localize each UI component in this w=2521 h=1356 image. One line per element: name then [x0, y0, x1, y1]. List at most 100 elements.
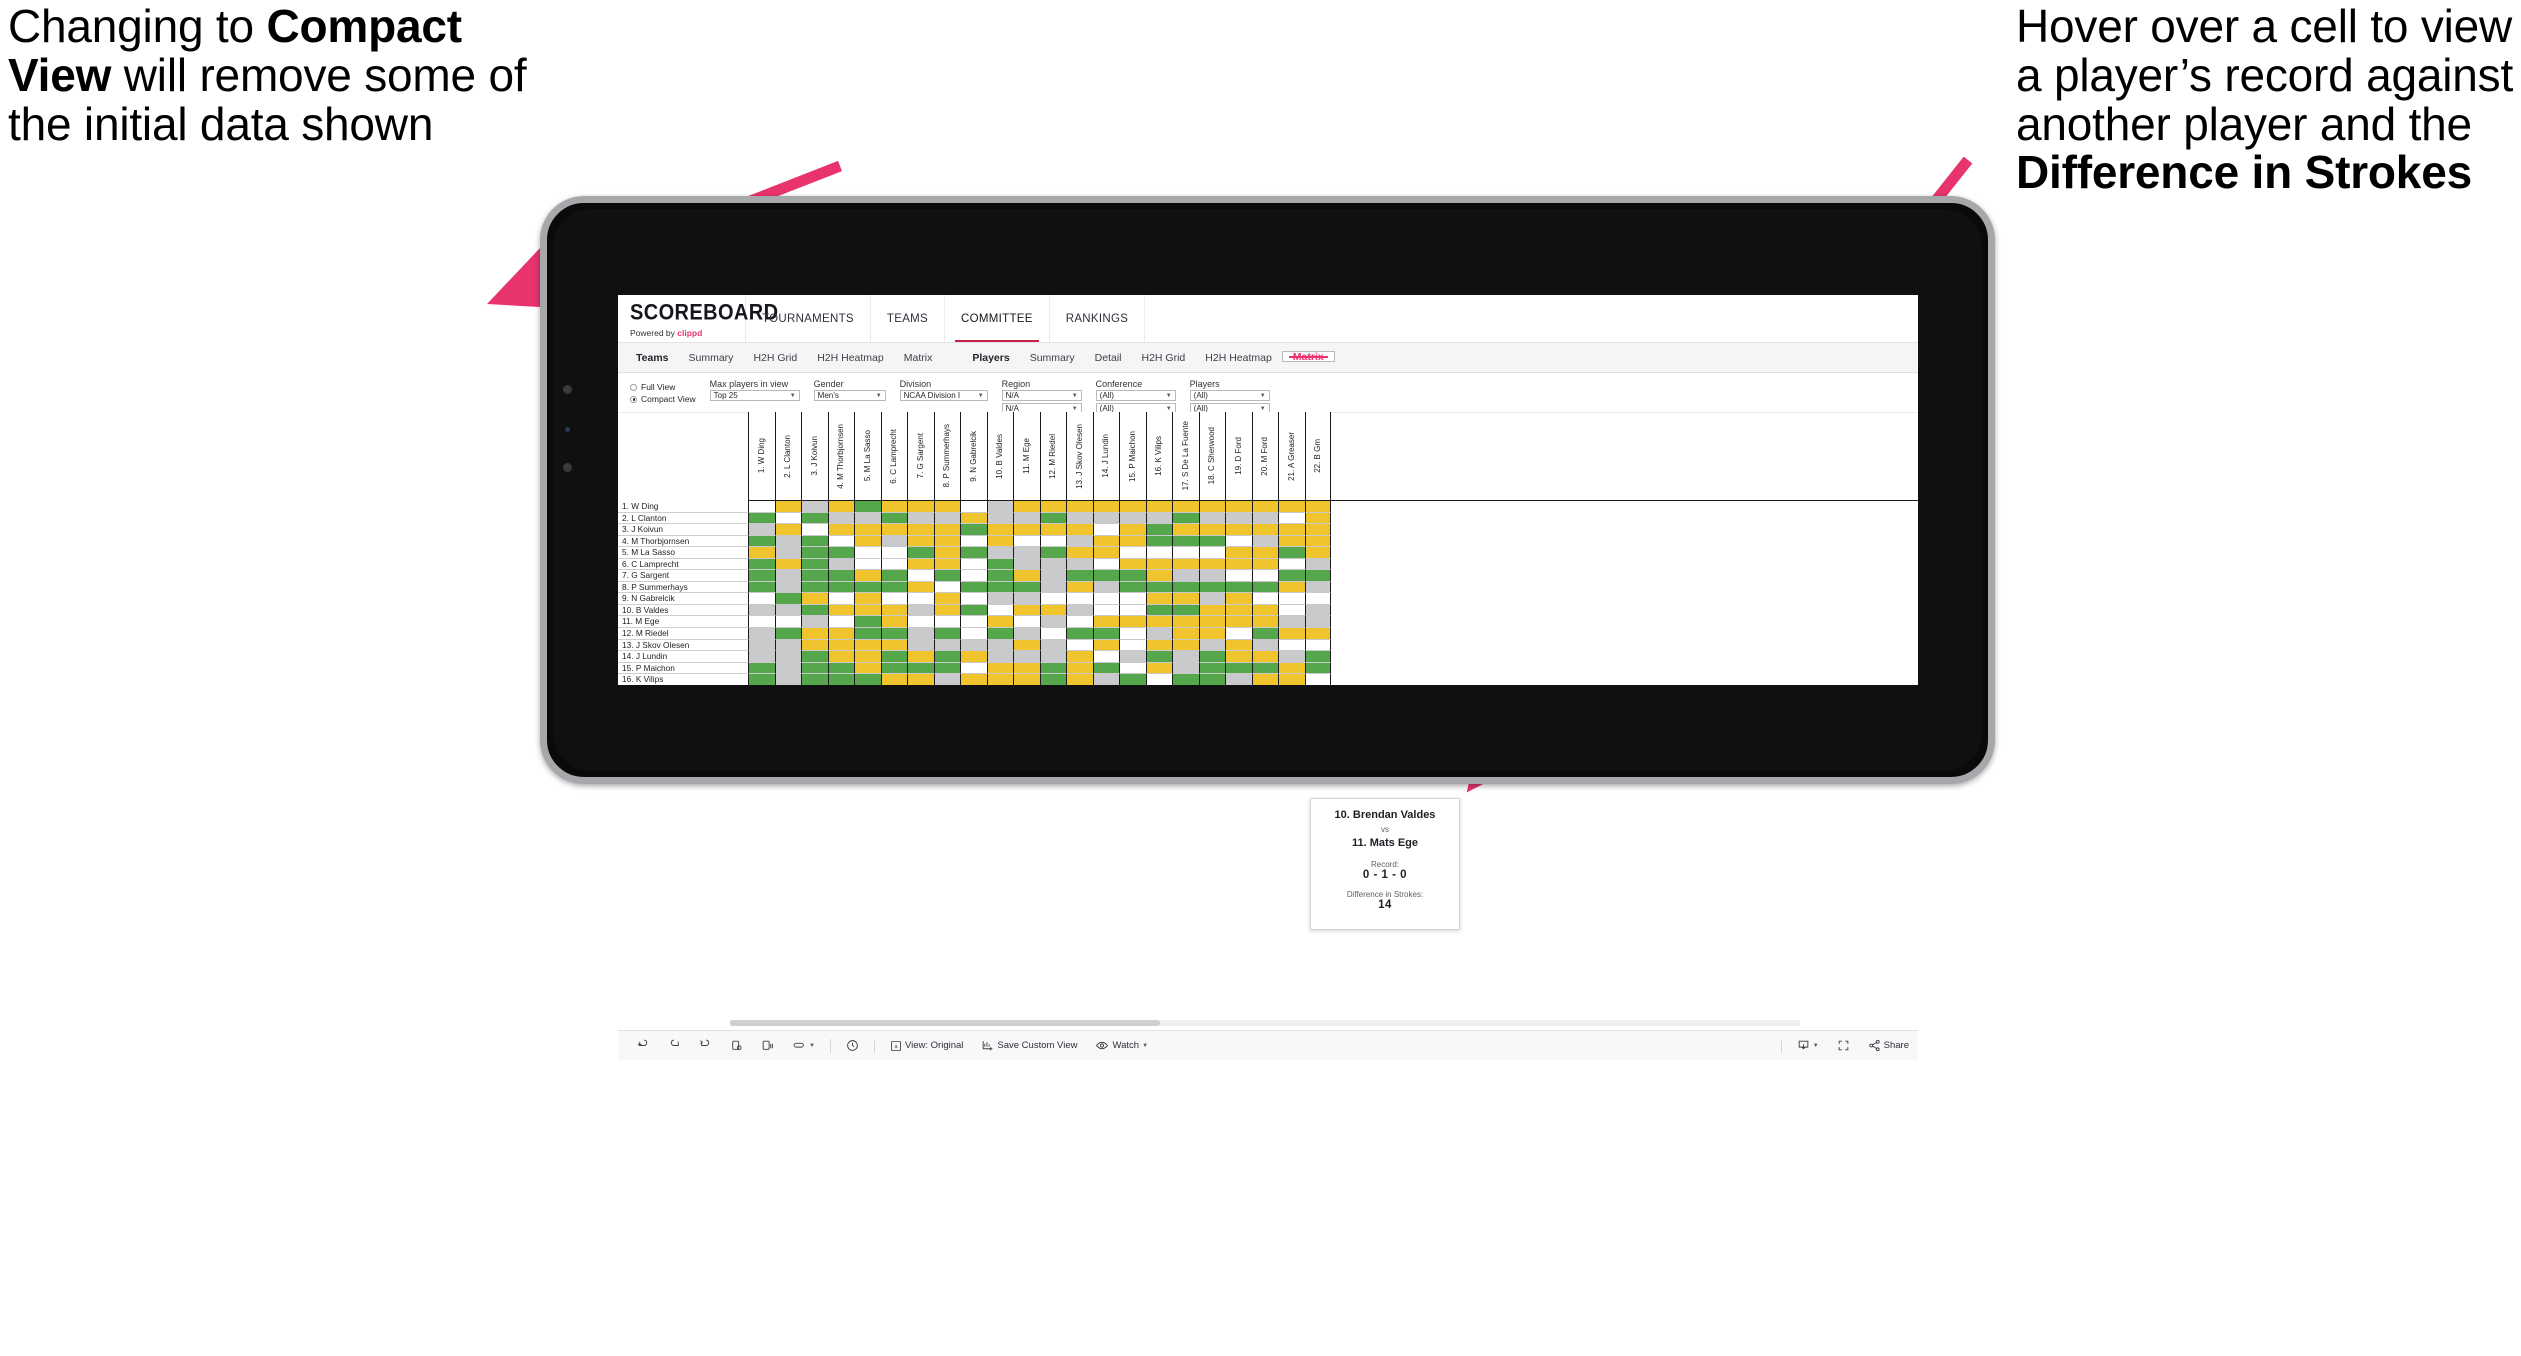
matrix-cell[interactable] — [1145, 512, 1172, 525]
matrix-cell[interactable] — [960, 547, 987, 559]
matrix-cell[interactable] — [986, 535, 1013, 548]
matrix-cell[interactable] — [1066, 593, 1093, 605]
chevron-down-icon[interactable]: ▼ — [1072, 393, 1078, 399]
matrix-cell[interactable] — [960, 674, 987, 685]
matrix-cell[interactable] — [801, 662, 828, 675]
eye-icon[interactable] — [1095, 1039, 1109, 1052]
matrix-cell[interactable] — [1278, 604, 1305, 617]
toolbar-fullscreen-button[interactable] — [1828, 1039, 1859, 1052]
matrix-cell[interactable] — [880, 558, 907, 571]
matrix-row-label-16[interactable]: 16. K Vilips — [618, 674, 748, 685]
matrix-cell[interactable] — [1092, 524, 1119, 536]
matrix-cell[interactable] — [1092, 628, 1119, 640]
tab-teams-matrix[interactable]: Matrix — [894, 343, 943, 373]
matrix-cell[interactable] — [748, 674, 775, 685]
matrix-cell[interactable] — [986, 501, 1013, 513]
matrix-cell[interactable] — [1225, 662, 1252, 675]
matrix-cell[interactable] — [1066, 604, 1093, 617]
matrix-cell[interactable] — [1251, 628, 1278, 640]
matrix-cell[interactable] — [907, 604, 934, 617]
matrix-cell[interactable] — [774, 674, 801, 685]
nav-item-rankings[interactable]: RANKINGS — [1050, 295, 1146, 342]
matrix-cell[interactable] — [880, 512, 907, 525]
filter-select-gender[interactable]: Men’s ▼ — [813, 390, 886, 401]
matrix-cell[interactable] — [1066, 662, 1093, 675]
matrix-cell[interactable] — [1066, 524, 1093, 536]
matrix-cell[interactable] — [960, 593, 987, 605]
matrix-cell[interactable] — [1119, 524, 1146, 536]
matrix-cell[interactable] — [774, 604, 801, 617]
download-icon[interactable] — [1797, 1039, 1810, 1052]
nav-item-committee[interactable]: COMMITTEE — [945, 295, 1050, 342]
matrix-row-label-6[interactable]: 6. C Lamprecht — [618, 558, 748, 571]
matrix-cell[interactable] — [827, 616, 854, 629]
matrix-cell[interactable] — [1251, 581, 1278, 594]
matrix-cell[interactable] — [986, 558, 1013, 571]
matrix-cell[interactable] — [1172, 558, 1199, 571]
matrix-cell[interactable] — [1225, 581, 1252, 594]
matrix-row-label-3[interactable]: 3. J Koivun — [618, 524, 748, 536]
matrix-cell[interactable] — [801, 524, 828, 536]
matrix-cell[interactable] — [907, 547, 934, 559]
matrix-cell[interactable] — [1198, 570, 1225, 582]
highlight-icon[interactable] — [792, 1039, 806, 1052]
matrix-cell[interactable] — [1092, 651, 1119, 663]
matrix-cell[interactable] — [1278, 674, 1305, 685]
matrix-col-header-12[interactable]: 12. M Riedel — [1039, 412, 1066, 500]
matrix-cell[interactable] — [1145, 651, 1172, 663]
clock-icon[interactable] — [846, 1039, 859, 1052]
matrix-cell[interactable] — [854, 501, 881, 513]
matrix-col-header-11[interactable]: 11. M Ege — [1013, 412, 1040, 500]
matrix-cell[interactable] — [1119, 535, 1146, 548]
matrix-cell[interactable] — [1225, 616, 1252, 629]
matrix-cell[interactable] — [1145, 593, 1172, 605]
matrix-cell[interactable] — [986, 651, 1013, 663]
matrix-cell[interactable] — [1251, 547, 1278, 559]
matrix-cell[interactable] — [960, 558, 987, 571]
chevron-down-icon[interactable]: ▼ — [1260, 406, 1266, 412]
toolbar-highlight-button[interactable]: ▼ — [783, 1039, 824, 1052]
matrix-cell[interactable] — [1278, 501, 1305, 513]
matrix-col-header-21[interactable]: 21. A Greaser — [1278, 412, 1305, 500]
matrix-cell[interactable] — [1119, 593, 1146, 605]
filter-select-division[interactable]: NCAA Division I ▼ — [899, 390, 988, 401]
matrix-cell[interactable] — [1251, 524, 1278, 536]
matrix-cell[interactable] — [1278, 651, 1305, 663]
matrix-cell[interactable] — [933, 570, 960, 582]
matrix-cell[interactable] — [1092, 581, 1119, 594]
matrix-cell[interactable] — [1066, 501, 1093, 513]
matrix-cell[interactable] — [748, 628, 775, 640]
matrix-col-header-18[interactable]: 18. C Sherwood — [1198, 412, 1225, 500]
matrix-cell[interactable] — [960, 581, 987, 594]
matrix-cell[interactable] — [774, 512, 801, 525]
matrix-cell[interactable] — [1278, 524, 1305, 536]
matrix-cell[interactable] — [933, 674, 960, 685]
matrix-cell[interactable] — [1251, 558, 1278, 571]
matrix-cell[interactable] — [1092, 662, 1119, 675]
matrix-cell[interactable] — [880, 674, 907, 685]
matrix-cell[interactable] — [1039, 547, 1066, 559]
matrix-cell[interactable] — [748, 512, 775, 525]
radio-full-view-icon[interactable] — [630, 383, 637, 391]
matrix-cell[interactable] — [1198, 512, 1225, 525]
matrix-cell[interactable] — [1013, 651, 1040, 663]
matrix-cell[interactable] — [748, 581, 775, 594]
matrix-cell[interactable] — [827, 558, 854, 571]
matrix-cell[interactable] — [1172, 604, 1199, 617]
tab-players-matrix[interactable]: Matrix — [1281, 351, 1335, 363]
matrix-cell[interactable] — [854, 662, 881, 675]
matrix-row-label-5[interactable]: 5. M La Sasso — [618, 547, 748, 559]
toolbar-view-original-button[interactable]: a View: Original — [881, 1040, 972, 1052]
matrix-cell[interactable] — [774, 628, 801, 640]
matrix-cell[interactable] — [1251, 616, 1278, 629]
matrix-cell[interactable] — [907, 524, 934, 536]
matrix-cell[interactable] — [827, 674, 854, 685]
matrix-cell[interactable] — [1172, 512, 1199, 525]
matrix-col-header-1[interactable]: 1. W Ding — [748, 412, 775, 500]
matrix-cell[interactable] — [1013, 558, 1040, 571]
matrix-cell[interactable] — [774, 593, 801, 605]
matrix-cell[interactable] — [1278, 581, 1305, 594]
matrix-cell[interactable] — [774, 651, 801, 663]
matrix-cell[interactable] — [1039, 593, 1066, 605]
matrix-col-header-17[interactable]: 17. S De La Fuente — [1172, 412, 1199, 500]
